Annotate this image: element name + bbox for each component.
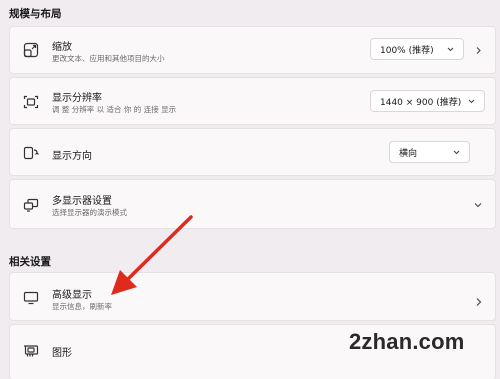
scale-setting-card[interactable]: 缩放 更改文本、应用和其他项目的大小 100% (推荐): [9, 26, 496, 74]
chevron-down-icon: [467, 97, 476, 109]
advanced-display-card[interactable]: 高级显示 显示信息，刷新率: [9, 272, 496, 321]
multi-display-setting-card[interactable]: 多显示器设置 选择显示器的演示模式: [9, 179, 496, 229]
resolution-title: 显示分辨率: [52, 93, 102, 104]
orientation-dropdown[interactable]: 横向: [389, 141, 470, 163]
graphics-title: 图形: [52, 348, 72, 359]
resolution-setting-card[interactable]: 显示分辨率 调 整 分辨率 以 适合 你 的 连接 显示 1440 × 900 …: [9, 77, 496, 125]
resolution-dropdown[interactable]: 1440 × 900 (推荐): [370, 90, 485, 112]
monitor-icon: [21, 289, 41, 307]
chevron-down-icon: [452, 148, 461, 160]
resolution-icon: [21, 93, 41, 111]
advanced-display-title: 高级显示: [52, 290, 92, 301]
scale-dropdown-value: 100% (推荐): [380, 45, 434, 56]
advanced-display-subtitle: 显示信息，刷新率: [52, 302, 112, 311]
resolution-subtitle: 调 整 分辨率 以 适合 你 的 连接 显示: [52, 105, 177, 114]
multi-display-subtitle: 选择显示器的演示模式: [52, 208, 127, 217]
chevron-right-icon: [474, 292, 483, 311]
orientation-icon: [21, 144, 41, 162]
watermark: 2zhan.com: [349, 329, 465, 354]
chevron-down-icon: [446, 45, 455, 57]
graphics-card-icon: [21, 342, 41, 360]
multi-display-title: 多显示器设置: [52, 196, 112, 207]
scale-dropdown[interactable]: 100% (推荐): [370, 38, 464, 60]
scale-icon: [21, 41, 41, 59]
resolution-dropdown-value: 1440 × 900 (推荐): [380, 97, 462, 108]
section-title-scale-layout: 规模与布局: [9, 8, 62, 20]
orientation-title: 显示方向: [52, 151, 92, 162]
chevron-down-icon[interactable]: [467, 195, 489, 215]
orientation-dropdown-value: 横向: [399, 148, 418, 159]
orientation-setting-card[interactable]: 显示方向 横向: [9, 128, 496, 176]
scale-subtitle: 更改文本、应用和其他项目的大小: [52, 54, 165, 63]
multi-display-icon: [21, 196, 41, 214]
section-title-related: 相关设置: [9, 256, 51, 268]
scale-expand-button[interactable]: [467, 40, 489, 60]
scale-title: 缩放: [52, 42, 72, 53]
